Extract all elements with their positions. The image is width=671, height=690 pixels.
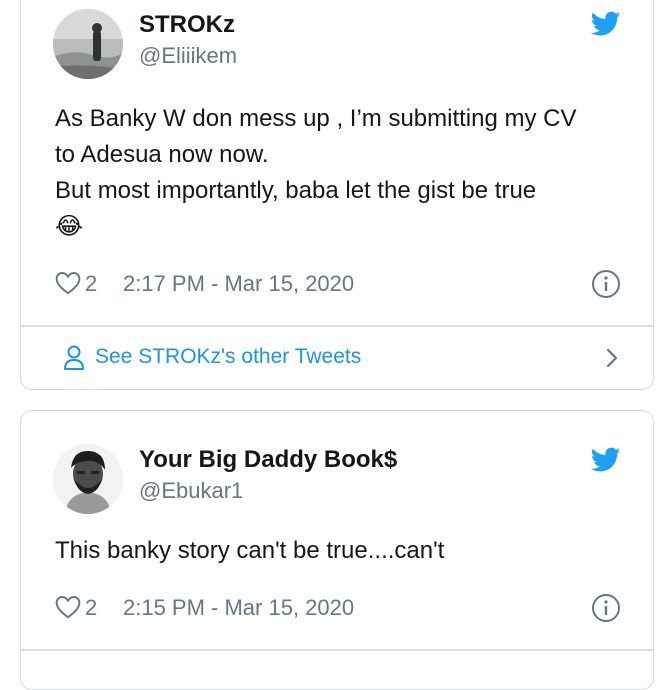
tweet-card[interactable]: Your Big Daddy Book$ @Ebukar1 This banky… xyxy=(20,410,654,690)
tweet-text-line: to Adesua now now. xyxy=(55,141,269,168)
user-handle[interactable]: @Eliiikem xyxy=(139,43,237,69)
tweet-meta: 2 2:17 PM - Mar 15, 2020 xyxy=(55,269,621,299)
tweet-timestamp[interactable]: 2:15 PM - Mar 15, 2020 xyxy=(123,595,354,621)
tears-of-joy-emoji: 😂 xyxy=(55,213,84,240)
user-handle[interactable]: @Ebukar1 xyxy=(139,478,243,504)
heart-icon[interactable] xyxy=(55,595,81,625)
like-count[interactable]: 2 xyxy=(85,595,97,621)
tweet-card[interactable]: STROKz @Eliiikem As Banky W don mess up … xyxy=(20,0,654,390)
twitter-bird-icon[interactable] xyxy=(590,11,621,42)
see-other-tweets-link[interactable]: See STROKz's other Tweets xyxy=(21,327,653,389)
see-other-tweets-label[interactable]: See STROKz's other Tweets xyxy=(95,345,361,369)
tweet-text-line: This banky story can't be true....can't xyxy=(55,537,445,564)
avatar[interactable] xyxy=(53,9,123,79)
tweet-text: This banky story can't be true....can't xyxy=(55,533,629,569)
user-icon xyxy=(63,345,85,376)
display-name[interactable]: STROKz xyxy=(139,11,235,39)
like-count[interactable]: 2 xyxy=(85,271,97,297)
info-icon[interactable] xyxy=(591,593,621,629)
chevron-right-icon[interactable] xyxy=(605,347,619,374)
avatar[interactable] xyxy=(53,444,123,514)
info-icon[interactable] xyxy=(591,269,621,305)
divider xyxy=(21,649,653,651)
tweet-text-line: As Banky W don mess up , I’m submitting … xyxy=(55,105,577,132)
tweet-timestamp[interactable]: 2:17 PM - Mar 15, 2020 xyxy=(123,271,354,297)
tweet-meta: 2 2:15 PM - Mar 15, 2020 xyxy=(55,593,621,623)
tweet-text-line: But most importantly, baba let the gist … xyxy=(55,177,537,204)
tweet-text: As Banky W don mess up , I’m submitting … xyxy=(55,101,629,245)
display-name[interactable]: Your Big Daddy Book$ xyxy=(139,446,397,474)
twitter-bird-icon[interactable] xyxy=(590,447,621,478)
heart-icon[interactable] xyxy=(55,271,81,301)
